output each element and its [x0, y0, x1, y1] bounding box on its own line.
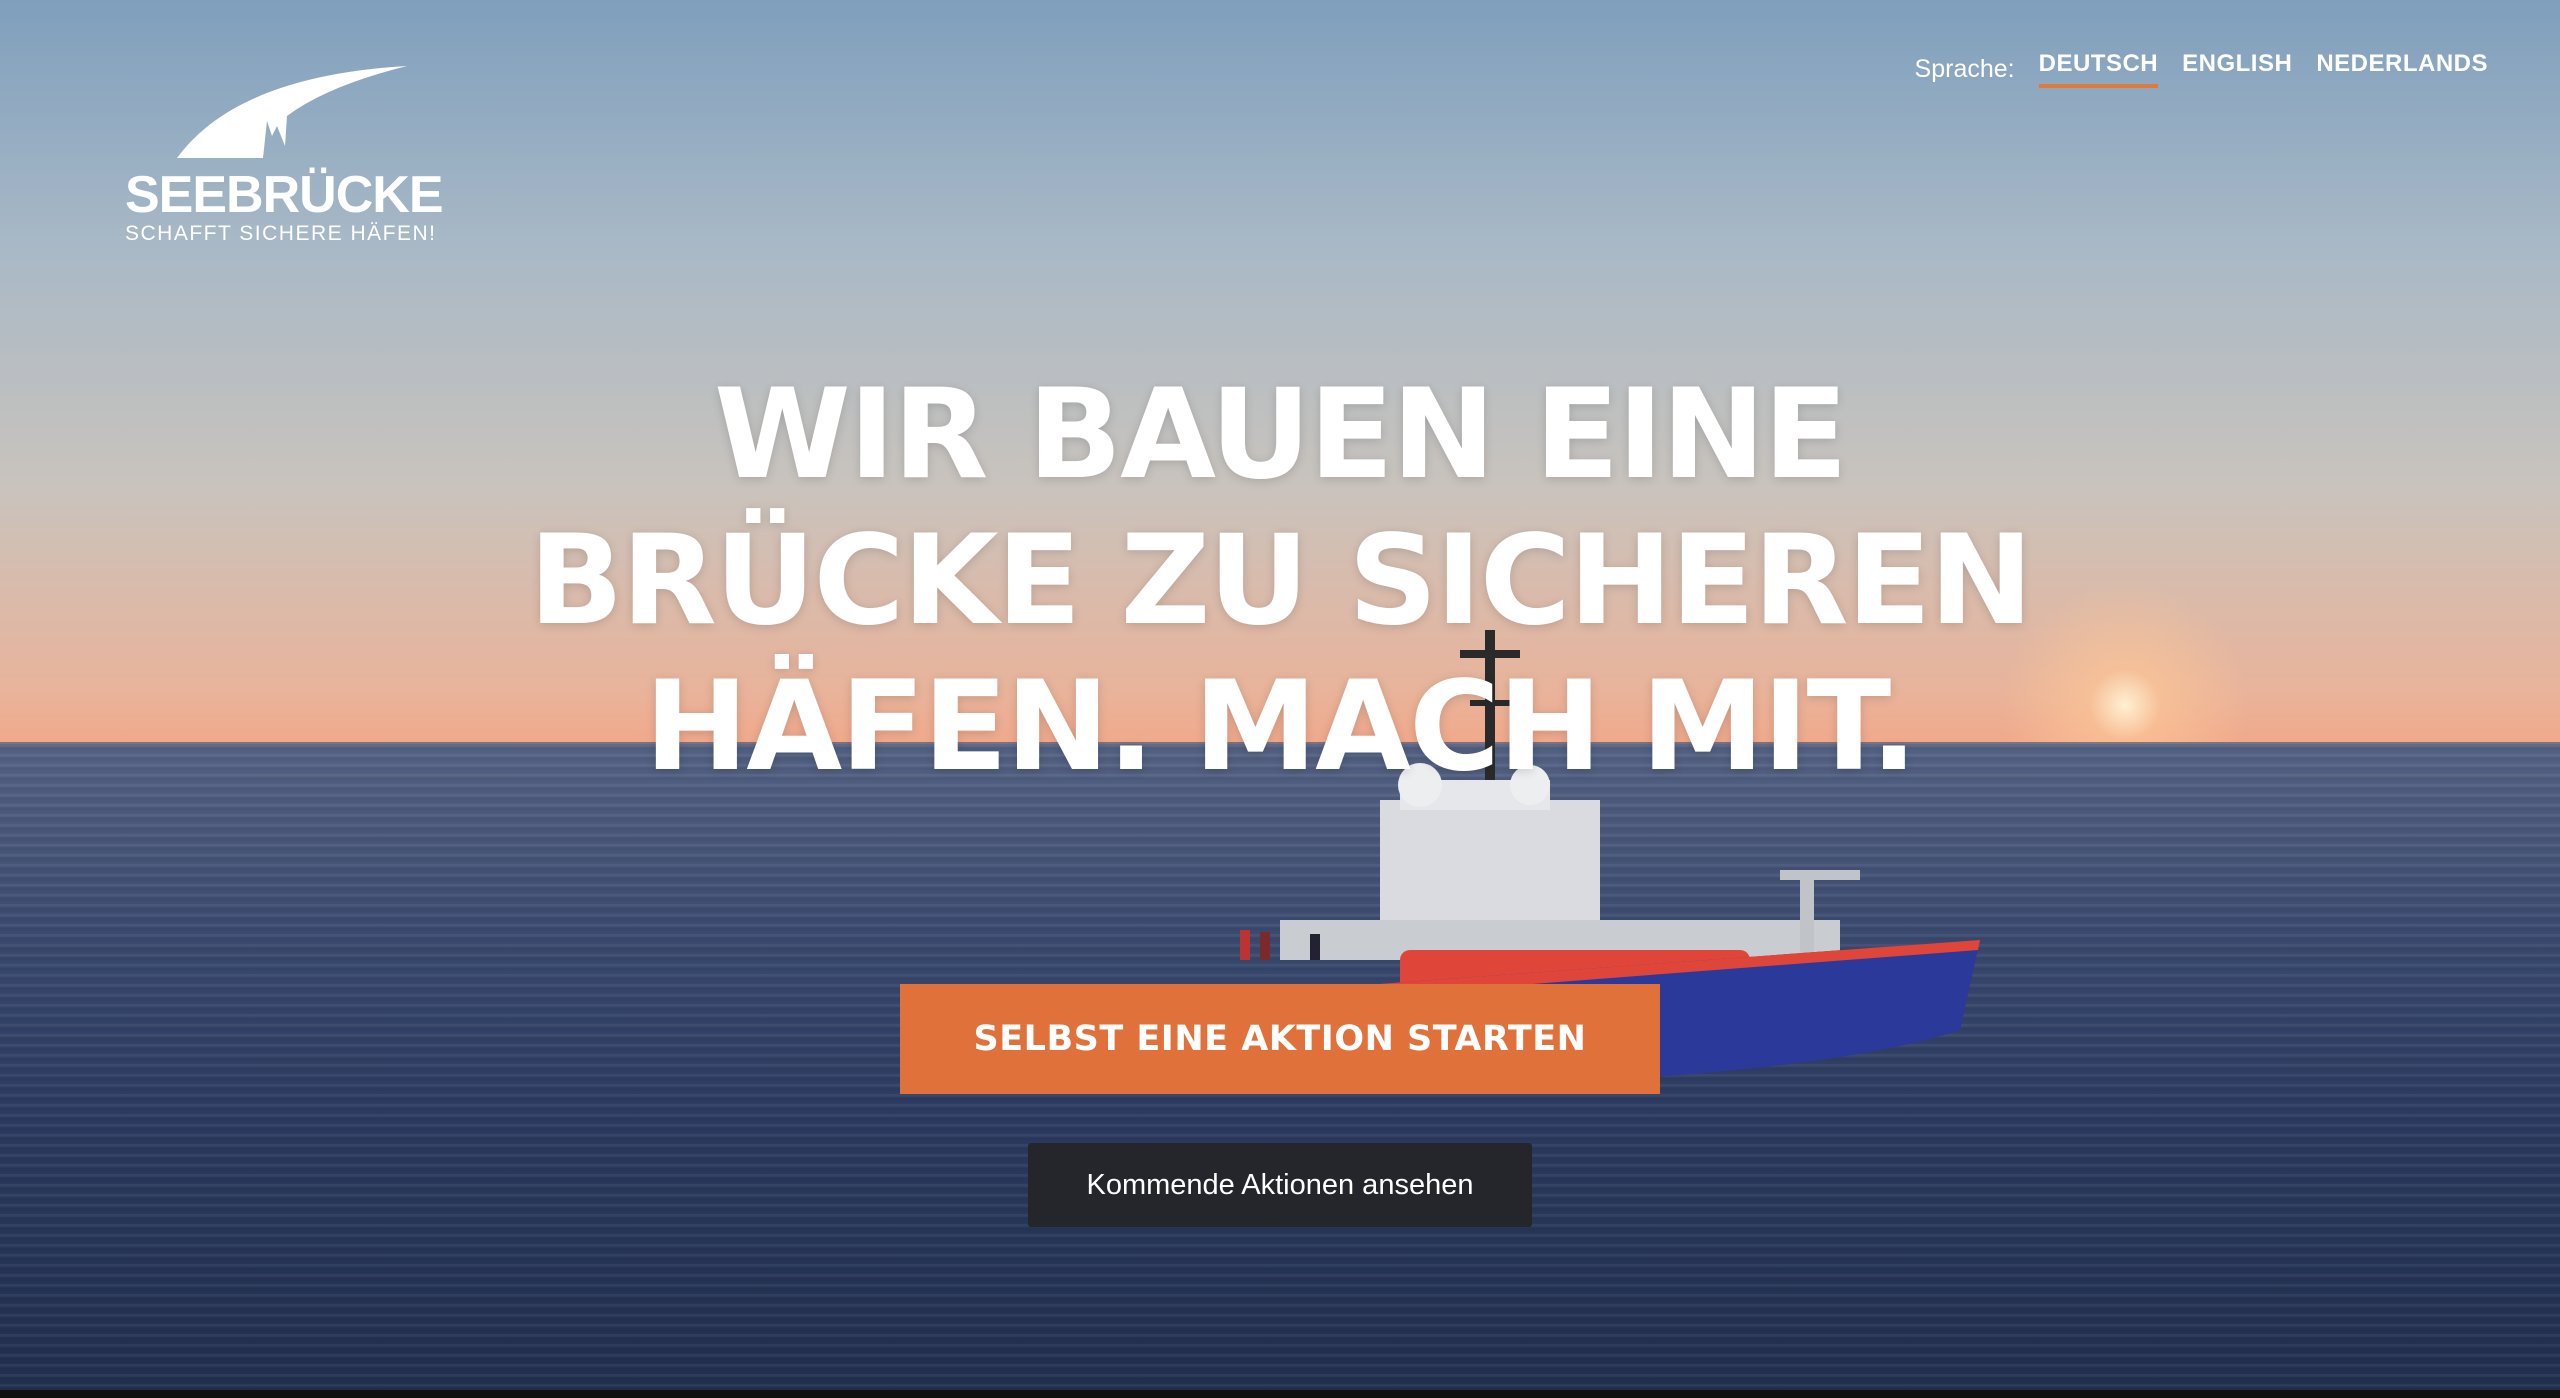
lang-nederlands[interactable]: NEDERLANDS [2316, 50, 2488, 88]
hero-headline: WIR BAUEN EINE BRÜCKE ZU SICHEREN HÄFEN.… [480, 362, 2080, 800]
headline-line: HÄFEN. MACH MIT. [644, 655, 1918, 799]
language-label: Sprache: [1914, 54, 2015, 83]
lang-english[interactable]: ENGLISH [2182, 50, 2292, 88]
lang-deutsch[interactable]: DEUTSCH [2038, 50, 2159, 88]
seebruecke-logo[interactable]: SEEBRÜCKE SCHAFFT SICHERE HÄFEN! [125, 66, 455, 247]
logo-title: SEEBRÜCKE [125, 166, 444, 224]
headline-line: BRÜCKE ZU SICHEREN [528, 509, 2033, 653]
bridge-arc-icon [177, 66, 407, 158]
start-action-button[interactable]: SELBST EINE AKTION STARTEN [900, 984, 1660, 1094]
headline-line: WIR BAUEN EINE [714, 363, 1848, 507]
language-nav: Sprache: DEUTSCH ENGLISH NEDERLANDS [1915, 50, 2488, 88]
logo-subtitle: SCHAFFT SICHERE HÄFEN! [125, 222, 437, 245]
upcoming-actions-button[interactable]: Kommende Aktionen ansehen [1028, 1143, 1532, 1227]
